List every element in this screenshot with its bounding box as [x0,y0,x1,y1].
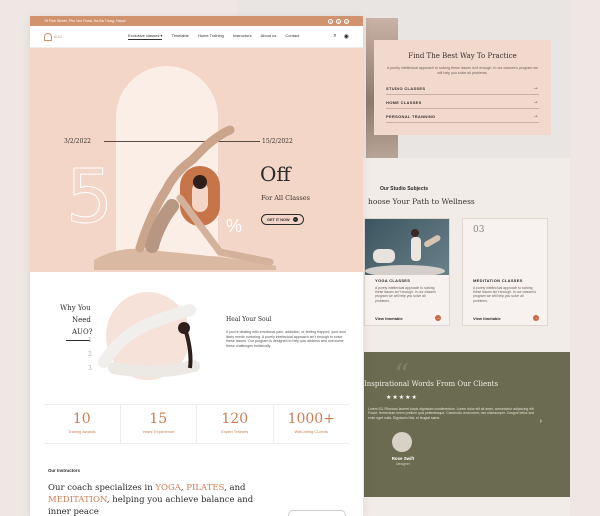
view-timetable-link[interactable]: View timetable → [473,315,539,321]
nav-item-home-training[interactable]: Home Training [198,33,224,40]
main-navbar: AUO Exclusive classes ▾ Timetable Home T… [30,26,363,48]
get-it-now-button[interactable]: GET IT NOW → [261,214,304,225]
arrow-right-icon: → [532,99,539,106]
step-number[interactable]: 1 [88,334,92,348]
coach-heading: Our coach specializes in YOGA, PILATES, … [48,482,258,516]
practice-row-studio[interactable]: STUDIO CLASSES → [386,81,539,96]
testimonial-author: Rose Swift [391,456,415,461]
why-heading: Why You Need AUO? [60,302,92,338]
logo[interactable]: AUO [44,32,70,41]
coach-highlight-yoga: YOGA [155,483,181,493]
stat-label: Expert Trainers [221,429,249,434]
instructors-label: Our Instructors [48,468,80,473]
step-number[interactable]: 3 [88,362,92,376]
nav-item-contact[interactable]: Contact [285,33,299,40]
chevron-right-icon[interactable]: › [540,418,542,425]
practice-panel: Find The Best Way To Practice A purely i… [374,40,551,135]
search-icon[interactable]: ⌕ [333,33,336,40]
heal-section: Why You Need AUO? 1 2 3 Heal Your Soul I… [30,272,363,422]
stat-item: 15 Years' Experience [121,405,197,443]
stat-item: 120 Expert Trainers [197,405,274,443]
practice-row-personal[interactable]: PERSONAL TRANNING → [386,109,539,124]
practice-title: Find The Best Way To Practice [408,52,517,60]
nav-menu: Exclusive classes ▾ Timetable Home Train… [128,33,299,40]
get-it-now-label: GET IT NOW [267,217,290,222]
class-name: MEDITATION CLASSES [473,278,523,283]
yoga-class-photo [365,219,449,275]
studio-title: hoose Your Path to Wellness [368,197,475,206]
practice-list: STUDIO CLASSES → HOME CLASSES → PERSONAL T… [386,81,539,124]
practice-text: A purely intellectual approach to solvin… [387,66,538,75]
stat-label: Traning Awards [67,429,96,434]
logo-text: AUO [54,34,62,39]
hero-banner: 5 % 3/2/2022 15/2/2022 Off For All Class… [30,48,363,272]
top-info-bar: 78 Fine Street, Pho Vue Rural, Ha Ba Tru… [30,16,363,26]
why-divider [66,340,90,341]
view-timetable-label: View timetable [473,315,501,321]
stat-label: Years' Experience [142,429,175,434]
coach-highlight-pilates: PILATES [186,483,225,493]
instagram-icon[interactable]: ◎ [344,18,349,24]
class-desc: A purely intellectual approach to solvin… [375,286,436,303]
testimonial-text: Lorem ISL Rhoncus laoreet turpis digniss… [368,407,535,420]
user-icon[interactable]: ◉ [344,33,349,40]
arrow-right-icon: → [533,315,539,321]
testimonial-role: Designer [395,462,410,466]
arrow-right-icon: → [292,217,298,222]
twitter-icon[interactable]: ● [336,18,341,24]
practice-row-label: PERSONAL TRANNING [386,113,436,119]
testimonials-title: Inspirational Words From Our Clients [364,380,499,388]
yoga-figures-image [365,229,445,275]
testimonials-section: “ Inspirational Words From Our Clients ★… [364,352,570,497]
front-page: 78 Fine Street, Pho Vue Rural, Ha Ba Tru… [30,16,363,516]
logo-mark-icon [44,32,52,41]
stat-number: 15 [149,411,168,427]
nav-item-timetable[interactable]: Timetable [171,33,188,40]
hero-off-subtitle: For All Classes [261,194,310,202]
stat-number: 1000+ [287,411,335,427]
view-timetable-label: View timetable [375,315,403,321]
backbend-woman-image [98,304,200,378]
class-desc: A purely intellectual approach to solvin… [473,286,537,303]
nav-item-about-us[interactable]: About us [261,33,277,40]
arrow-right-icon: → [532,85,539,92]
class-number: 03 [473,225,485,235]
practice-row-label: HOME CLASSES [386,99,422,105]
coach-text: , and [224,483,246,493]
coach-text: Our coach specializes in [48,483,156,493]
practice-row-home[interactable]: HOME CLASSES → [386,95,539,110]
view-timetable-link[interactable]: View timetable → [375,315,441,321]
stat-label: Well-being CLients [294,429,329,434]
stat-number: 10 [72,411,91,427]
step-number[interactable]: 2 [88,348,92,362]
hero-off-text: Off [260,162,291,186]
instructors-button[interactable] [288,510,346,516]
stat-item: 10 Traning Awards [44,405,121,443]
arrow-right-icon: → [435,315,441,321]
class-card-yoga[interactable]: YOGA CLASSES A purely intellectual appro… [364,218,450,326]
class-card-meditation[interactable]: 03 MEDITATION CLASSES A purely intellect… [462,218,548,326]
star-rating: ★★★★★ [386,395,418,401]
arrow-right-icon: → [532,113,539,120]
avatar [392,432,412,452]
social-links: f ● ◎ [328,18,349,24]
address-text: 78 Fine Street, Pho Vue Rural, Ha Ba Tru… [44,19,126,23]
nav-item-exclusive-classes[interactable]: Exclusive classes ▾ [128,33,163,40]
stats-row: 10 Traning Awards 15 Years' Experience 1… [44,404,349,444]
coach-highlight-meditation: MEDITATION [48,495,107,505]
why-steps: 1 2 3 [88,334,92,376]
heal-title: Heal Your Soul [226,316,272,323]
nav-icons: ⌕ ◉ [333,33,349,40]
class-name: YOGA CLASSES [375,278,411,283]
why-line: Why You [60,304,91,312]
facebook-icon[interactable]: f [328,18,333,24]
heal-text: If you're dealing with emotional pain, a… [226,330,346,348]
practice-row-label: STUDIO CLASSES [386,85,426,91]
stat-item: 1000+ Well-being CLients [274,405,350,443]
nav-item-instructors[interactable]: Instructors [233,33,252,40]
why-line: Need [72,316,91,324]
yoga-woman-image [94,125,276,270]
studio-subtitle: Our Studio Subjects [380,186,429,192]
stat-number: 120 [221,411,249,427]
